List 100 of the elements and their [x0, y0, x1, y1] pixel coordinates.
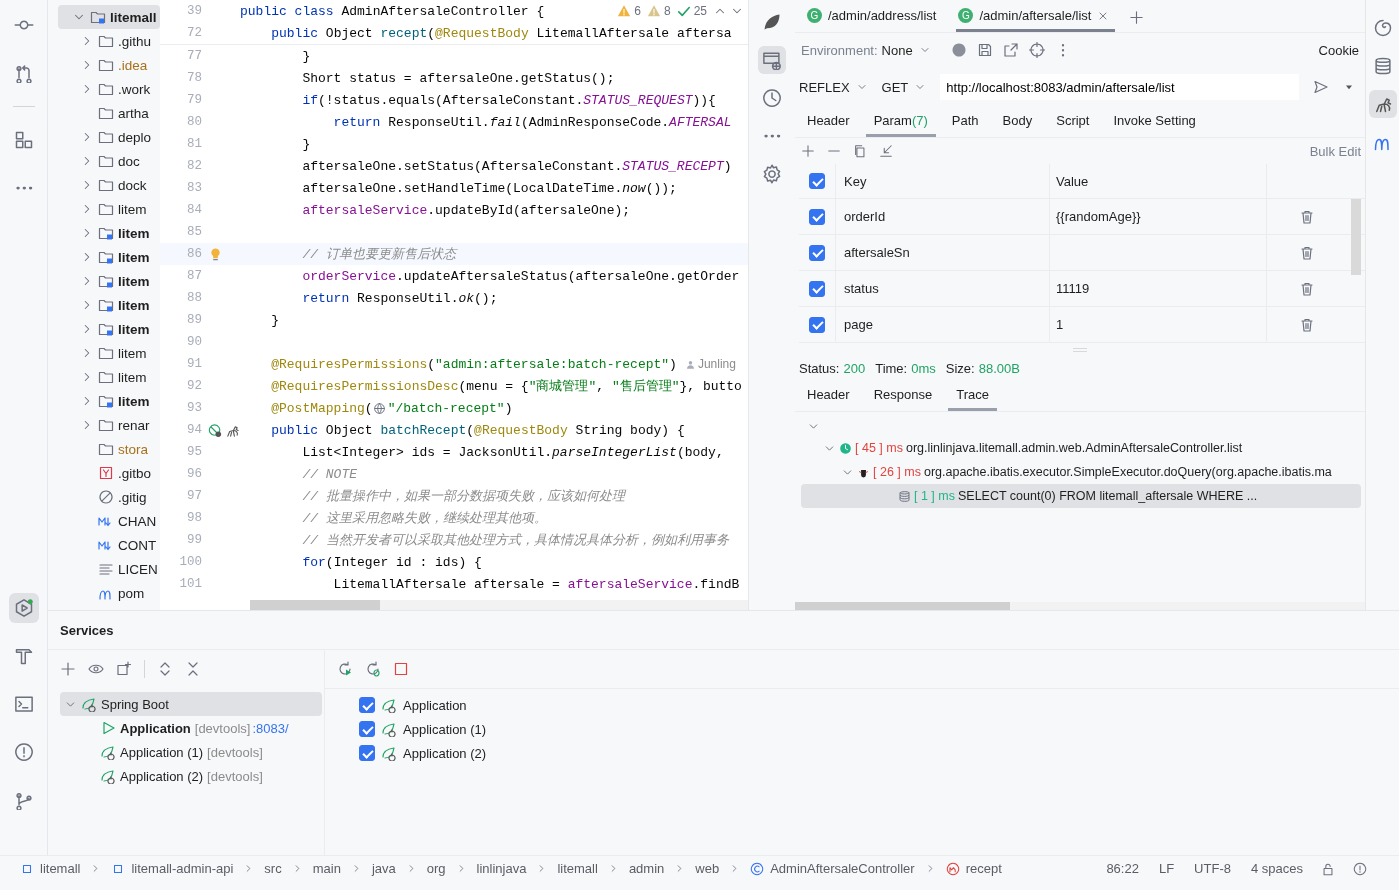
table-cell[interactable]: 11119 — [1056, 281, 1090, 296]
tree-item[interactable]: deplo — [118, 129, 152, 145]
delete-icon[interactable] — [1299, 280, 1315, 297]
tree-item[interactable]: doc — [118, 153, 140, 169]
service-target[interactable]: Application — [403, 697, 467, 713]
breadcrumb[interactable]: java — [371, 861, 396, 876]
table-cell[interactable]: page — [844, 317, 873, 332]
service-item[interactable]: Application — [120, 720, 191, 736]
bulk-edit-link[interactable]: Bulk Edit — [1309, 143, 1361, 159]
checkbox[interactable] — [359, 745, 375, 761]
checkbox[interactable] — [809, 208, 825, 225]
tree-item[interactable]: litem — [118, 297, 150, 313]
checkbox[interactable] — [809, 316, 825, 333]
selected-row[interactable]: [ 1 ] ms SELECT count(0) FROM litemall_aftersale WHERE ... — [801, 484, 1361, 508]
author-hint[interactable]: Junling — [697, 357, 736, 371]
weak-warning-count[interactable]: 8 — [663, 4, 671, 18]
project-dropdown[interactable]: REFLEX — [799, 79, 868, 95]
table-cell[interactable]: orderId — [844, 209, 886, 224]
tab[interactable]: Response — [865, 381, 941, 411]
breadcrumb[interactable]: linlinjava — [476, 861, 527, 876]
tree-item[interactable]: .gitbo — [118, 465, 152, 481]
tree-item[interactable]: litem — [118, 321, 150, 337]
service-item[interactable]: Application (1) — [120, 744, 204, 760]
delete-icon[interactable] — [1299, 244, 1315, 261]
tab[interactable]: Script — [1048, 107, 1098, 137]
tree-item[interactable]: litem — [118, 273, 150, 289]
breadcrumb[interactable]: litemall — [557, 861, 598, 876]
breadcrumb[interactable]: recept — [965, 861, 1002, 876]
scrollbar-thumb[interactable] — [795, 602, 1010, 610]
service-target[interactable]: Application (2) — [403, 745, 487, 761]
tree-item[interactable]: litem — [118, 393, 150, 409]
trace-call[interactable]: org.linlinjava.litemall.admin.web.AdminAftersaleController.list — [905, 441, 1243, 455]
tab[interactable]: Trace — [948, 381, 997, 411]
tab[interactable]: Invoke Setting — [1105, 107, 1204, 137]
tab[interactable]: Param(7) — [865, 107, 936, 137]
export-icon[interactable] — [1002, 42, 1019, 58]
table-cell[interactable]: 1 — [1056, 317, 1064, 332]
breadcrumb[interactable]: web — [695, 861, 720, 876]
breadcrumb[interactable]: main — [312, 861, 341, 876]
checkbox[interactable] — [809, 280, 825, 297]
request-tab[interactable]: G /admin/aftersale/list — [956, 2, 1116, 32]
tree-item[interactable]: .work — [118, 81, 151, 97]
breadcrumb[interactable]: org — [426, 861, 446, 876]
target-icon[interactable] — [1028, 42, 1045, 58]
rerun-debug-icon[interactable] — [365, 661, 381, 677]
method-dropdown[interactable]: GET — [881, 79, 927, 95]
warning-count[interactable]: 6 — [634, 4, 641, 18]
new-tab-icon[interactable] — [116, 661, 132, 677]
problems-icon[interactable] — [1353, 861, 1367, 876]
api-icon[interactable] — [758, 46, 786, 74]
scrollbar-thumb[interactable] — [1351, 199, 1361, 275]
copy-icon[interactable] — [853, 144, 867, 158]
rerun-icon[interactable] — [337, 661, 353, 677]
tree-item[interactable]: renar — [118, 417, 150, 433]
add-tab-icon[interactable] — [1129, 10, 1145, 25]
breadcrumb[interactable]: litemall-admin-api — [131, 861, 234, 876]
services-icon[interactable] — [8, 593, 39, 623]
tab[interactable]: Body — [994, 107, 1041, 137]
globe-icon[interactable] — [372, 401, 386, 415]
tree-item[interactable]: litemall — [58, 5, 160, 29]
service-target[interactable]: Application (1) — [403, 721, 487, 737]
trace-call[interactable]: org.apache.ibatis.executor.SimpleExecutor.doQuery(org.apache.ibatis.ma — [923, 465, 1332, 479]
table-cell[interactable]: status — [844, 281, 879, 296]
tree-item[interactable]: .githu — [118, 33, 152, 49]
import-icon[interactable] — [879, 144, 893, 158]
tree-item[interactable]: litem — [118, 345, 147, 361]
add-icon[interactable] — [60, 661, 76, 677]
lock-icon[interactable] — [1321, 861, 1335, 876]
cookie-link[interactable]: Cookie — [1318, 42, 1359, 58]
tree-item[interactable]: CONT — [118, 537, 157, 553]
scrollbar-thumb[interactable] — [250, 600, 380, 610]
table-cell[interactable]: {{randomAge}} — [1056, 209, 1141, 224]
encoding[interactable]: UTF-8 — [1194, 861, 1231, 876]
tree-item[interactable]: CHAN — [118, 513, 157, 529]
tab[interactable]: Header — [799, 107, 858, 137]
breadcrumb[interactable]: AdminAftersaleController — [770, 861, 915, 876]
table-cell[interactable]: aftersaleSn — [844, 245, 910, 260]
checkbox[interactable] — [359, 697, 375, 713]
tree-item[interactable]: litem — [118, 225, 150, 241]
environment-dropdown[interactable]: None — [881, 42, 931, 58]
save-icon[interactable] — [976, 42, 993, 58]
trace-call[interactable]: SELECT count(0) FROM litemall_aftersale WHERE ... — [958, 489, 1258, 503]
checkbox[interactable] — [809, 244, 825, 261]
tree-item[interactable]: artha — [118, 105, 149, 121]
tree-item[interactable]: dock — [118, 177, 147, 193]
tree-item[interactable]: LICEN — [118, 561, 158, 577]
tree-item[interactable]: litem — [118, 369, 147, 385]
check-count[interactable]: 25 — [693, 4, 707, 18]
caret-position[interactable]: 86:22 — [1106, 861, 1139, 876]
delete-icon[interactable] — [1299, 316, 1315, 333]
send-icon[interactable] — [1313, 79, 1329, 95]
tree-item[interactable]: .gitig — [118, 489, 147, 505]
tab[interactable]: Header — [799, 381, 858, 411]
stop-icon[interactable] — [393, 661, 409, 677]
endpoint-icon[interactable] — [208, 422, 223, 438]
tree-item[interactable]: pom — [118, 585, 145, 601]
service-group[interactable]: Spring Boot — [101, 696, 169, 712]
port-link[interactable]: :8083/ — [252, 720, 289, 736]
tree-item[interactable]: litem — [118, 249, 150, 265]
checkbox[interactable] — [359, 721, 375, 737]
